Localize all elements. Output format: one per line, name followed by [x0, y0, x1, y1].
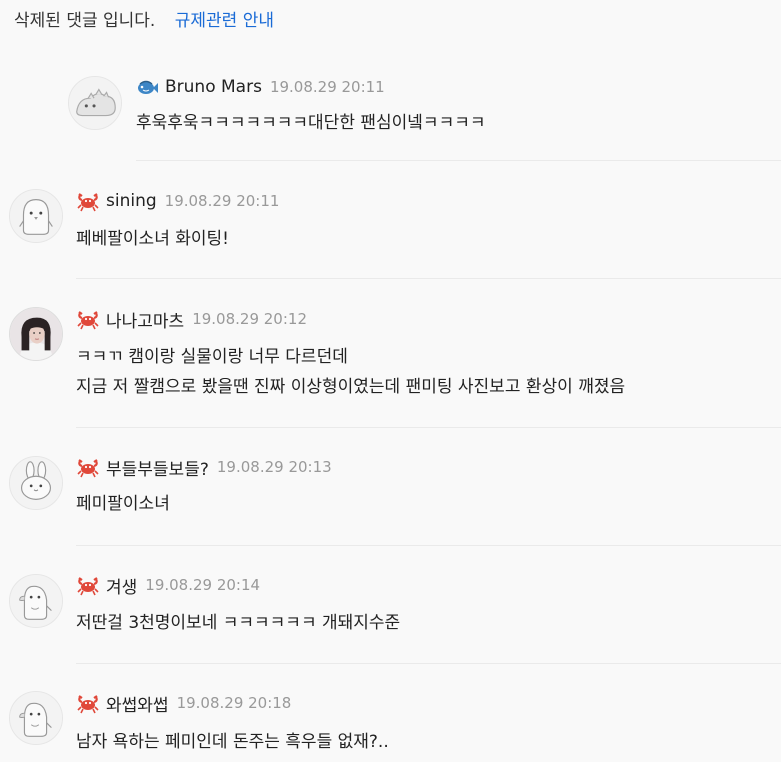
comment-author[interactable]: 나나고마츠 [106, 307, 184, 332]
comment-meta: 와썹와썹 19.08.29 20:18 [76, 691, 292, 716]
comment-text-line: 페미팔이소녀 [76, 494, 170, 514]
comment-text-line: 저딴걸 3천명이보네 ㅋㅋㅋㅋㅋㅋ 개돼지수준 [76, 613, 401, 633]
rabbit-avatar-icon [10, 457, 62, 509]
comment-divider [136, 160, 781, 161]
comment-author[interactable]: 와썹와썹 [106, 691, 169, 716]
comment-text-line: 후욱후욱ㅋㅋㅋㅋㅋㅋㅋ대단한 팬심이넼ㅋㅋㅋㅋ [136, 113, 486, 133]
user-avatar[interactable] [9, 456, 63, 510]
comment-body: 남자 욕하는 페미인데 돈주는 흑우들 없재?.. [76, 727, 389, 757]
user-avatar[interactable] [9, 307, 63, 361]
comment-author[interactable]: 겨생 [106, 573, 137, 598]
user-photo-avatar-icon [10, 308, 62, 360]
regulation-guide-link[interactable]: 규제관련 안내 [175, 11, 274, 31]
comment-meta: 겨생 19.08.29 20:14 [76, 573, 261, 598]
penguin-avatar-icon [10, 692, 62, 744]
comment-body: 후욱후욱ㅋㅋㅋㅋㅋㅋㅋ대단한 팬심이넼ㅋㅋㅋㅋ [136, 108, 485, 138]
comment-author[interactable]: 부들부들보들? [106, 455, 209, 480]
comment-text-line: 남자 욕하는 페미인데 돈주는 흑우들 없재?.. [76, 732, 389, 752]
crab-icon [76, 190, 100, 212]
comment-body: 페미팔이소녀 [76, 489, 170, 519]
comment-text-line: 지금 저 짤캠으로 봤을땐 진짜 이상형이였는데 팬미팅 사진보고 환상이 깨졌… [76, 377, 626, 397]
comment-timestamp: 19.08.29 20:18 [176, 694, 292, 712]
comment-divider [76, 427, 781, 428]
comment-body: 페베팔이소녀 화이팅! [76, 224, 229, 254]
comment-divider [76, 663, 781, 664]
comment-timestamp: 19.08.29 20:11 [269, 78, 385, 96]
deleted-comment-text: 삭제된 댓글 입니다. [14, 11, 156, 31]
comment-author[interactable]: sining [106, 191, 157, 211]
comment-text-line: 페베팔이소녀 화이팅! [76, 229, 229, 249]
deleted-comment-notice: 삭제된 댓글 입니다. 규제관련 안내 [14, 8, 274, 34]
comment-meta: sining 19.08.29 20:11 [76, 189, 279, 213]
comment-timestamp: 19.08.29 20:13 [216, 458, 332, 476]
comment-timestamp: 19.08.29 20:11 [164, 192, 280, 210]
user-avatar[interactable] [9, 574, 63, 628]
penguin-avatar-icon [10, 190, 62, 242]
comment-author[interactable]: Bruno Mars [165, 77, 262, 97]
comment-timestamp: 19.08.29 20:12 [192, 310, 307, 328]
comment-text-line: ㅋㅋㄲ 캠이랑 실물이랑 너무 다르던데 [76, 347, 348, 367]
comment-body: 저딴걸 3천명이보네 ㅋㅋㅋㅋㅋㅋ 개돼지수준 [76, 608, 400, 638]
comment-meta: Bruno Mars 19.08.29 20:11 [135, 75, 385, 99]
comment-meta: 부들부들보들? 19.08.29 20:13 [76, 455, 332, 480]
comment-thread: 삭제된 댓글 입니다. 규제관련 안내 Bruno Mars 19.08.29 … [0, 0, 781, 762]
comment-divider [76, 545, 781, 546]
crab-icon [76, 574, 100, 596]
fish-icon [135, 76, 159, 98]
comment-meta: 나나고마츠 19.08.29 20:12 [76, 307, 307, 332]
comment-body: ㅋㅋㄲ 캠이랑 실물이랑 너무 다르던데 지금 저 짤캠으로 봤을땐 진짜 이상… [76, 342, 625, 402]
comment-timestamp: 19.08.29 20:14 [145, 576, 261, 594]
user-avatar[interactable] [9, 691, 63, 745]
crab-icon [76, 308, 100, 330]
penguin-avatar-icon [10, 575, 62, 627]
comment-divider [76, 278, 781, 279]
user-avatar[interactable] [68, 76, 122, 130]
dinosaur-avatar-icon [69, 77, 121, 129]
crab-icon [76, 692, 100, 714]
crab-icon [76, 456, 100, 478]
user-avatar[interactable] [9, 189, 63, 243]
